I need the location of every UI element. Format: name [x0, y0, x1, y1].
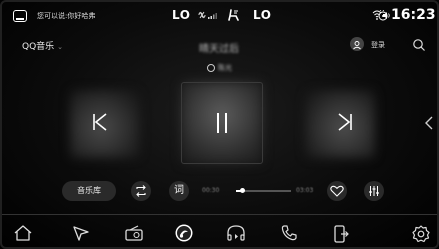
chevron-left-icon[interactable] [424, 116, 434, 130]
user-icon [353, 41, 361, 50]
next-track-button[interactable] [335, 111, 355, 133]
chevron-down-icon: ⌄ [57, 43, 64, 51]
progress-slider[interactable] [236, 188, 291, 193]
music-icon[interactable] [174, 223, 194, 243]
left-climate-temp[interactable]: LO [172, 8, 190, 22]
song-title: 晴天过后 [199, 44, 239, 55]
equalizer-button[interactable] [364, 181, 384, 201]
music-source-label: QQ音乐 [22, 42, 55, 52]
bottom-dock [0, 214, 439, 249]
status-bar: 您可以说:你好哈弗 LO LO 16:23 [0, 0, 439, 30]
navigation-icon[interactable] [72, 224, 90, 242]
search-icon[interactable] [412, 38, 426, 52]
repeat-mode-button[interactable] [131, 181, 151, 201]
music-player-screen: 您可以说:你好哈弗 LO LO 16:23 QQ音乐 ⌄ 晴天过后 陈光 登录 … [0, 0, 439, 249]
heart-icon [330, 185, 344, 197]
avatar [350, 37, 364, 51]
seat-heat-icon[interactable] [226, 9, 240, 21]
current-time: 00:30 [202, 187, 220, 194]
phone-projection-icon[interactable] [333, 224, 349, 244]
total-time: 03:03 [296, 187, 314, 194]
radio-icon[interactable] [124, 224, 144, 242]
previous-track-button[interactable] [90, 111, 110, 133]
artist-icon [207, 64, 215, 72]
fan-icon[interactable] [197, 10, 219, 20]
audiobook-icon[interactable] [226, 224, 246, 242]
home-icon[interactable] [13, 224, 33, 242]
progress-handle[interactable] [240, 188, 246, 193]
voice-hint: 您可以说:你好哈弗 [37, 12, 96, 20]
music-source-selector[interactable]: QQ音乐 ⌄ [22, 39, 63, 52]
right-climate-temp[interactable]: LO [253, 8, 271, 22]
clock: 16:23 [391, 7, 436, 23]
music-library-button[interactable]: 音乐库 [62, 181, 116, 201]
home-chip-icon[interactable] [13, 10, 27, 22]
favorite-button[interactable] [327, 181, 347, 201]
equalizer-icon [369, 186, 379, 196]
artist-row[interactable]: 陈光 [207, 63, 232, 73]
phone-icon[interactable] [280, 224, 298, 242]
steering-heat-icon [378, 10, 388, 21]
artist-name: 陈光 [218, 64, 232, 72]
repeat-icon [136, 185, 146, 197]
lyrics-button[interactable]: 词 [169, 181, 189, 201]
login-label: 登录 [371, 41, 385, 49]
pause-button[interactable] [212, 111, 232, 135]
settings-icon[interactable] [411, 224, 431, 244]
